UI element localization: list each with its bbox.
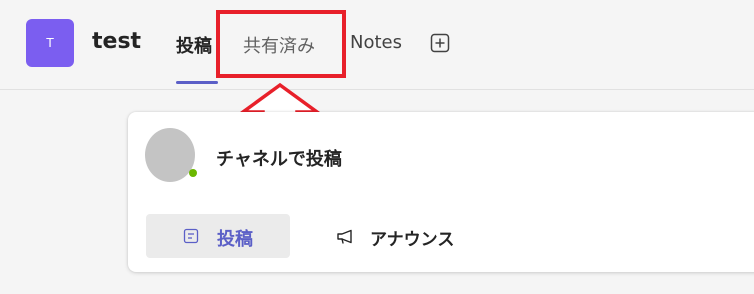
avatar	[145, 128, 195, 182]
compose-card: チャネルで投稿 投稿 アナウンス	[128, 112, 754, 272]
tab-posts[interactable]: 投稿	[176, 32, 212, 58]
plus-square-icon[interactable]	[430, 33, 450, 53]
post-button[interactable]: 投稿	[146, 214, 290, 258]
team-name: test	[92, 29, 142, 54]
presence-status-dot	[189, 169, 197, 177]
channel-header: T test 投稿 共有済み Notes	[0, 0, 754, 90]
channel-post-prompt[interactable]: チャネルで投稿	[216, 145, 342, 171]
post-icon	[183, 228, 199, 244]
announce-button[interactable]: アナウンス	[326, 214, 486, 258]
megaphone-icon	[337, 229, 352, 244]
team-avatar-initial: T	[46, 36, 54, 50]
selected-tab-indicator	[176, 81, 218, 84]
post-button-label: 投稿	[217, 229, 253, 250]
team-avatar[interactable]: T	[26, 19, 74, 67]
announce-button-label: アナウンス	[370, 230, 455, 250]
highlight-box	[216, 10, 346, 78]
tab-notes[interactable]: Notes	[350, 32, 402, 53]
